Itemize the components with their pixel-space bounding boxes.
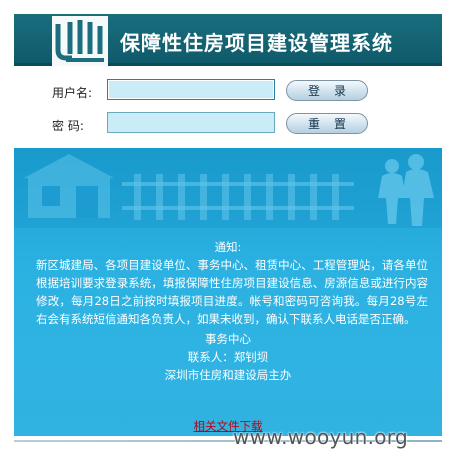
watermark: www.wooyun.org bbox=[233, 425, 408, 449]
notice-text: 通知: 新区城建局、各项目建设单位、事务中心、租赁中心、工程管理站，请各单位根据… bbox=[14, 238, 442, 384]
building-silhouette-illustration bbox=[14, 148, 442, 228]
username-label: 用户名: bbox=[52, 86, 93, 100]
notice-title: 通知: bbox=[214, 240, 242, 254]
notice-contact: 联系人：郑钊坝 bbox=[187, 350, 269, 364]
notice-body: 新区城建局、各项目建设单位、事务中心、租赁中心、工程管理站，请各单位根据培训要求… bbox=[36, 258, 428, 326]
login-button[interactable]: 登录 bbox=[286, 80, 368, 101]
login-panel: 用户名: 登录 密 码: 重置 bbox=[14, 66, 442, 148]
notice-sponsor: 深圳市住房和建设局主办 bbox=[164, 368, 292, 382]
logo bbox=[52, 16, 108, 66]
notice-panel: 通知: 新区城建局、各项目建设单位、事务中心、租赁中心、工程管理站，请各单位根据… bbox=[14, 148, 442, 436]
notice-office: 事务中心 bbox=[205, 332, 251, 346]
header-banner: 保障性住房项目建设管理系统 bbox=[14, 14, 442, 66]
reset-button[interactable]: 重置 bbox=[286, 113, 368, 134]
password-input[interactable] bbox=[107, 112, 275, 133]
username-input[interactable] bbox=[107, 79, 275, 100]
password-label: 密 码: bbox=[52, 119, 84, 133]
site-title: 保障性住房项目建设管理系统 bbox=[120, 31, 393, 55]
